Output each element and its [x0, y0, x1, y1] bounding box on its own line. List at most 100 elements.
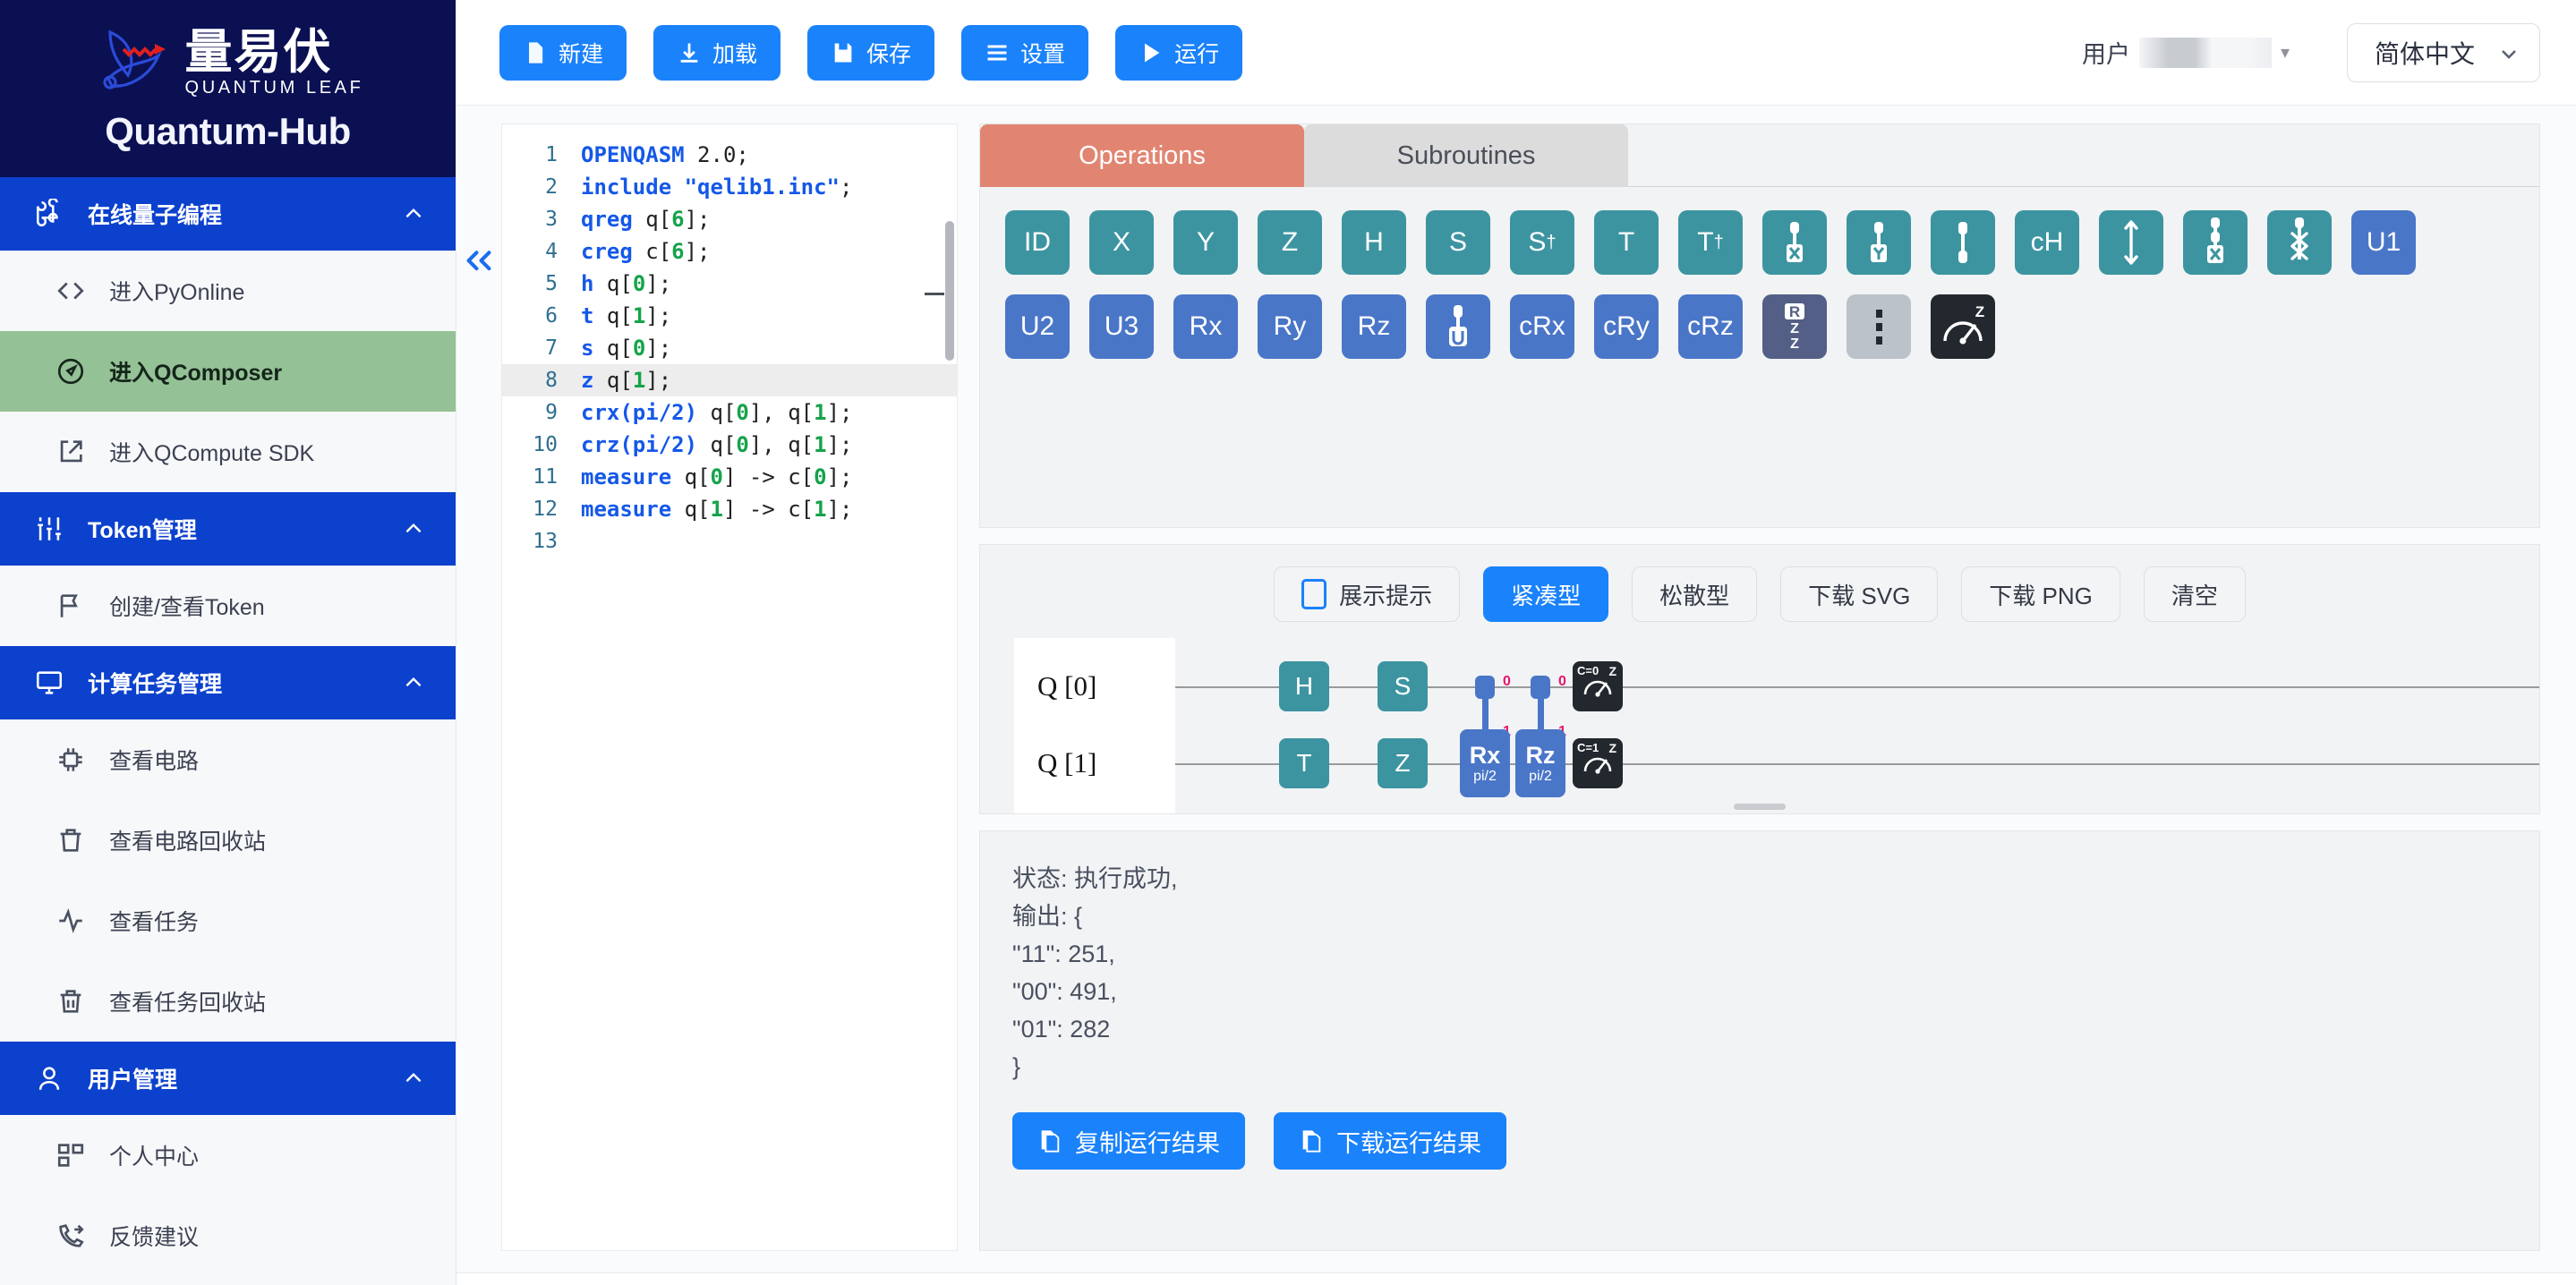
circuit-measure-0[interactable]: C=0 Z — [1573, 661, 1623, 711]
gate-rx[interactable]: Rx — [1173, 294, 1238, 359]
code-text: h q[0]; — [581, 271, 672, 296]
sidebar-item-qcomposer[interactable]: 进入QComposer — [0, 331, 456, 412]
gate-y[interactable]: Y — [1173, 210, 1238, 275]
gate-swap[interactable] — [2099, 210, 2163, 275]
sidebar-item-view-tasks[interactable]: 查看任务 — [0, 881, 456, 961]
sidebar-item-label: 进入PyOnline — [109, 280, 245, 305]
compact-layout-button[interactable]: 紧凑型 — [1483, 566, 1609, 622]
sidebar-item-task-recycle[interactable]: 查看任务回收站 — [0, 961, 456, 1042]
sidebar-group-token[interactable]: Token管理 — [0, 492, 456, 566]
code-line[interactable]: 6 t q[1]; — [502, 300, 957, 332]
copy-result-button[interactable]: 复制运行结果 — [1012, 1112, 1245, 1170]
gate-crz[interactable]: cRz — [1678, 294, 1743, 359]
circuit-gate-t[interactable]: T — [1279, 738, 1329, 788]
code-line[interactable]: 3 qreg q[6]; — [502, 203, 957, 235]
code-line[interactable]: 8 z q[1]; — [502, 364, 957, 396]
gate-s[interactable]: S — [1426, 210, 1490, 275]
sidebar-item-view-circuits[interactable]: 查看电路 — [0, 719, 456, 800]
sidebar-item-personal-center[interactable]: 个人中心 — [0, 1115, 456, 1196]
sidebar-item-qcompute-sdk[interactable]: 进入QCompute SDK — [0, 412, 456, 492]
gate-u1[interactable]: U1 — [2351, 210, 2416, 275]
code-line[interactable]: 4 creg c[6]; — [502, 235, 957, 268]
gate-sdg[interactable]: S † — [1510, 210, 1574, 275]
code-line[interactable]: 7 s q[0]; — [502, 332, 957, 364]
gate-rzz[interactable]: RZZ — [1762, 294, 1827, 359]
qasm-code-editor[interactable]: 1 OPENQASM 2.0; 2 include "qelib1.inc"; 3 qre… — [501, 123, 958, 1251]
panel-resize-grip[interactable] — [1734, 804, 1786, 810]
code-line[interactable]: 2 include "qelib1.inc"; — [502, 171, 957, 203]
gate-t[interactable]: T — [1594, 210, 1659, 275]
gate-cu[interactable] — [1426, 294, 1490, 359]
circuit-measure-1[interactable]: C=1 Z — [1573, 738, 1623, 788]
code-lines[interactable]: 1 OPENQASM 2.0; 2 include "qelib1.inc"; 3 qre… — [502, 124, 957, 557]
circuit-gate-h[interactable]: H — [1279, 661, 1329, 711]
load-button[interactable]: 加载 — [653, 24, 781, 81]
code-line[interactable]: 5 h q[0]; — [502, 268, 957, 300]
language-select-value: 简体中文 — [2375, 39, 2476, 68]
gate-cz[interactable] — [1931, 210, 1995, 275]
gate-cy[interactable] — [1847, 210, 1911, 275]
sidebar-item-feedback[interactable]: 反馈建议 — [0, 1196, 456, 1276]
gate-ch[interactable]: cH — [2015, 210, 2079, 275]
code-line[interactable]: 10 crz(pi/2) q[0], q[1]; — [502, 429, 957, 461]
code-text: t q[1]; — [581, 303, 672, 328]
gate-barrier[interactable] — [1847, 294, 1911, 359]
loose-layout-button[interactable]: 松散型 — [1632, 566, 1758, 622]
gate-tdg[interactable]: T † — [1678, 210, 1743, 275]
sidebar-item-circuit-recycle[interactable]: 查看电路回收站 — [0, 800, 456, 881]
sidebar-item-label: 个人中心 — [109, 1145, 200, 1170]
code-line[interactable]: 12 measure q[1] -> c[1]; — [502, 493, 957, 525]
gate-cx[interactable] — [1762, 210, 1827, 275]
run-button-label: 运行 — [1174, 41, 1220, 67]
gate-h[interactable]: H — [1342, 210, 1406, 275]
settings-button[interactable]: 设置 — [961, 24, 1089, 81]
language-select[interactable]: 简体中文 — [2347, 22, 2540, 82]
sidebar-group-label: 用户管理 — [88, 1068, 178, 1093]
control-dot-crz[interactable] — [1531, 676, 1550, 699]
sidebar-group-online-programming[interactable]: 在线量子编程 — [0, 177, 456, 251]
user-menu[interactable]: 用户 ▾ — [2082, 35, 2290, 70]
circuit-canvas[interactable]: Q [0] Q [1] Q [2] Q [3] H S T — [980, 638, 2539, 813]
new-button[interactable]: 新建 — [499, 24, 627, 81]
gate-rz[interactable]: Rz — [1342, 294, 1406, 359]
circuit-gate-crz[interactable]: Rz pi/2 — [1515, 729, 1565, 797]
download-png-button[interactable]: 下载 PNG — [1961, 566, 2120, 622]
gate-cry[interactable]: cRy — [1594, 294, 1659, 359]
editor-vertical-scrollbar[interactable] — [945, 221, 954, 361]
gate-measure-z[interactable]: Z — [1931, 294, 1995, 359]
gate-cswap[interactable] — [2267, 210, 2332, 275]
control-dot-crx[interactable] — [1475, 676, 1495, 699]
download-result-button[interactable]: 下载运行结果 — [1274, 1112, 1506, 1170]
circuit-gate-s[interactable]: S — [1378, 661, 1428, 711]
sidebar-item-pyonline[interactable]: 进入PyOnline — [0, 251, 456, 331]
gate-crx[interactable]: cRx — [1510, 294, 1574, 359]
run-button[interactable]: 运行 — [1115, 24, 1243, 81]
gate-x[interactable]: X — [1089, 210, 1154, 275]
tab-operations[interactable]: Operations — [980, 124, 1304, 187]
sidebar-group-task-management[interactable]: 计算任务管理 — [0, 646, 456, 719]
code-line[interactable]: 1 OPENQASM 2.0; — [502, 139, 957, 171]
gate-ccx[interactable] — [2183, 210, 2248, 275]
tab-subroutines[interactable]: Subroutines — [1304, 124, 1628, 187]
gate-id[interactable]: ID — [1005, 210, 1070, 275]
gate-u2[interactable]: U2 — [1005, 294, 1070, 359]
show-tip-toggle[interactable]: 展示提示 — [1274, 566, 1461, 622]
code-line[interactable]: 9 crx(pi/2) q[0], q[1]; — [502, 396, 957, 429]
gate-z[interactable]: Z — [1258, 210, 1322, 275]
measure-0-tag: C=0 — [1577, 664, 1599, 677]
clear-circuit-button[interactable]: 清空 — [2143, 566, 2246, 622]
chevrons-left-icon[interactable] — [462, 247, 496, 274]
editor-resize-handle[interactable] — [957, 679, 958, 776]
circuit-gate-z[interactable]: Z — [1378, 738, 1428, 788]
code-line[interactable]: 13 — [502, 525, 957, 557]
save-button[interactable]: 保存 — [807, 24, 935, 81]
sidebar-group-user-management[interactable]: 用户管理 — [0, 1042, 456, 1115]
download-svg-button[interactable]: 下载 SVG — [1780, 566, 1939, 622]
circuit-gate-crx[interactable]: Rx pi/2 — [1460, 729, 1510, 797]
sidebar-item-logout[interactable]: 退出登录 — [0, 1276, 456, 1285]
line-number: 8 — [545, 369, 558, 392]
code-line[interactable]: 11 measure q[0] -> c[0]; — [502, 461, 957, 493]
sidebar-item-create-token[interactable]: 创建/查看Token — [0, 566, 456, 646]
gate-u3[interactable]: U3 — [1089, 294, 1154, 359]
gate-ry[interactable]: Ry — [1258, 294, 1322, 359]
